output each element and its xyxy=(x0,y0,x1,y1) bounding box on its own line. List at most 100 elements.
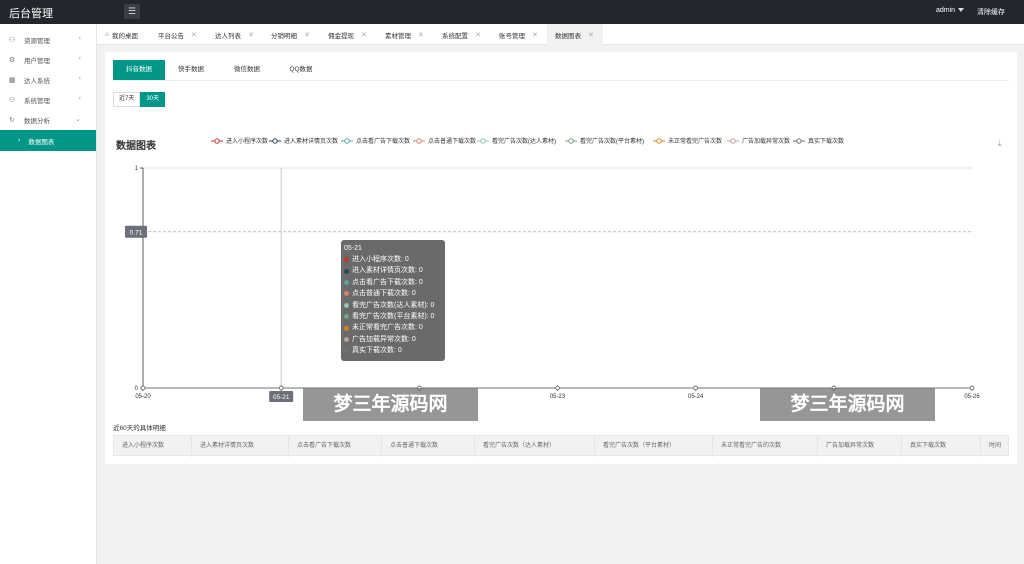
legend-label: 点击看广告下载次数 xyxy=(356,137,410,145)
table-header-cell: 真实下载次数 xyxy=(902,436,981,457)
grid-icon: ▦ xyxy=(9,77,16,84)
data-point xyxy=(969,385,975,391)
x-tick-label: 05-24 xyxy=(688,394,704,400)
tooltip-row: 进入小程序次数: 0 xyxy=(344,254,442,265)
table-header-cell: 时间 xyxy=(989,443,1002,449)
legend-label: 未正常看完广告次数 xyxy=(668,137,722,145)
series-color-dot xyxy=(344,279,349,285)
legend-marker xyxy=(480,138,486,144)
close-icon[interactable]: ✕ xyxy=(361,31,367,39)
series-color-dot xyxy=(344,314,349,320)
tooltip-row: 未正常看完广告次数: 0 xyxy=(344,322,442,333)
sidebar-item-label: 用户管理 xyxy=(24,58,50,65)
sidebar-item-users[interactable]: ⚙ 用户管理 ‹ xyxy=(0,50,96,70)
tooltip-row: 看完广告次数(平台素材): 0 xyxy=(344,311,442,322)
sidebar-item-label: 资源管理 xyxy=(24,38,50,45)
series-color-dot xyxy=(344,336,349,342)
tooltip-row-label: 真实下载次数: 0 xyxy=(352,347,402,355)
tab-account[interactable]: 账号管理 ✕ xyxy=(499,24,538,45)
content-card: 抖音数据 快手数据 微信数据 QQ数据 近7天 30天 数据图表 ⤓ 进入小程序… xyxy=(105,52,1017,464)
close-icon[interactable]: ✕ xyxy=(475,31,481,39)
tab-label: 素材管理 xyxy=(385,32,411,40)
refresh-icon: ↻ xyxy=(9,117,15,124)
table-header-cell: 进入小程序次数 xyxy=(114,436,192,457)
sidebar-item-talent[interactable]: ▦ 达人系统 ‹ xyxy=(0,70,96,90)
x-tick-label: 05-26 xyxy=(964,394,980,400)
close-icon[interactable]: ✕ xyxy=(532,31,538,39)
tooltip-row-label: 进入素材详情页次数: 0 xyxy=(352,267,423,275)
chevron-left-icon: ‹ xyxy=(78,95,81,102)
close-icon[interactable]: ✕ xyxy=(248,31,254,39)
tooltip-row-label: 广告加载异常次数: 0 xyxy=(352,335,416,343)
tab-label: 数据图表 xyxy=(555,32,581,40)
tooltip-row-label: 看完广告次数(达人素材): 0 xyxy=(352,301,435,309)
tab-announcement[interactable]: 平台公告 ✕ xyxy=(158,24,197,45)
legend-marker xyxy=(796,138,802,144)
series-color-dot xyxy=(344,257,349,263)
chevron-left-icon: ‹ xyxy=(78,35,81,42)
sidebar-item-resource[interactable]: ⚇ 资源管理 ‹ xyxy=(0,30,96,50)
table-header-cell: 看完广告次数（达人素材） xyxy=(475,436,595,457)
table-header-cell: 看完广告次数（平台素材） xyxy=(595,436,713,457)
data-point xyxy=(555,385,560,391)
data-point xyxy=(693,385,698,391)
legend-marker xyxy=(214,138,220,144)
legend-label: 点击普通下载次数 xyxy=(428,137,476,145)
detail-table-header: 进入小程序次数 进入素材详情页次数 点击看广告下载次数 点击普通下载次数 看完广告次数（… xyxy=(113,435,1009,457)
tooltip-row: 点击普通下载次数: 0 xyxy=(344,288,442,299)
tab-desktop[interactable]: ⌂ 我的桌面 xyxy=(105,24,138,45)
legend-label: 看完广告次数(平台素材) xyxy=(580,137,644,145)
y-pointer-label: 0.71 xyxy=(130,229,143,236)
user-menu[interactable]: admin xyxy=(936,7,965,14)
legend-label: 真实下载次数 xyxy=(808,137,844,145)
series-color-dot xyxy=(344,348,349,354)
close-icon[interactable]: ✕ xyxy=(418,31,424,39)
chevron-left-icon: ‹ xyxy=(78,75,81,82)
sidebar-item-system[interactable]: ⚇ 系统管理 ‹ xyxy=(0,90,96,110)
sidebar-item-label: 数据分析 xyxy=(24,118,50,125)
x-tick-label: 05-23 xyxy=(550,394,566,400)
legend-marker xyxy=(656,138,662,144)
legend-marker xyxy=(416,138,422,144)
page-tabs: ⌂ 我的桌面 平台公告 ✕ 达人列表 ✕ 分销明细 ✕ 佣金提现 ✕ 素材管理 ✕ 系统配置… xyxy=(97,24,1024,45)
tab-talent-list[interactable]: 达人列表 ✕ xyxy=(215,24,254,45)
data-point xyxy=(140,385,146,391)
user-icon: ⚇ xyxy=(9,37,16,44)
table-header-cell: 点击普通下载次数 xyxy=(382,436,475,457)
table-header-cell: 进入素材详情页次数 xyxy=(192,436,289,457)
caret-down-icon xyxy=(958,8,965,13)
tooltip-row: 进入素材详情页次数: 0 xyxy=(344,265,442,276)
y-tick-label: 0 xyxy=(135,386,139,392)
clear-cache-link[interactable]: 清除缓存 xyxy=(977,7,1005,17)
sidebar-item-label: 达人系统 xyxy=(24,78,50,85)
close-icon[interactable]: ✕ xyxy=(588,31,594,39)
table-header-cell: 未正常看完广告的次数 xyxy=(713,436,818,457)
series-color-dot xyxy=(344,268,349,274)
tab-system-config[interactable]: 系统配置 ✕ xyxy=(442,24,481,45)
watermark: 梦三年源码网 xyxy=(303,388,478,421)
series-color-dot xyxy=(344,291,349,297)
tab-distribution[interactable]: 分销明细 ✕ xyxy=(271,24,310,45)
series-color-dot xyxy=(344,325,349,331)
sidebar-subitem-chart[interactable]: › 数据图表 xyxy=(0,130,96,151)
sidebar-item-analytics[interactable]: ↻ 数据分析 ⌄ xyxy=(0,110,96,130)
sidebar-subitem-label: 数据图表 xyxy=(28,138,55,146)
tab-data-chart[interactable]: 数据图表 ✕ xyxy=(547,24,603,45)
tab-material[interactable]: 素材管理 ✕ xyxy=(385,24,424,45)
close-icon[interactable]: ✕ xyxy=(191,31,197,39)
legend-marker xyxy=(272,138,278,144)
sidebar: ⚇ 资源管理 ‹ ⚙ 用户管理 ‹ ▦ 达人系统 ‹ ⚇ 系统管理 ‹ ↻ 数据… xyxy=(0,24,97,564)
chevron-down-icon: ⌄ xyxy=(75,116,81,123)
data-point xyxy=(278,385,284,391)
menu-toggle-icon[interactable]: ☰ xyxy=(124,4,140,19)
x-pointer-label: 05-21 xyxy=(273,394,290,401)
tooltip-row: 看完广告次数(达人素材): 0 xyxy=(344,300,442,311)
home-icon: ⌂ xyxy=(105,31,109,38)
tab-commission[interactable]: 佣金提现 ✕ xyxy=(328,24,367,45)
top-header: 后台管理 ☰ admin 清除缓存 xyxy=(0,0,1024,24)
tooltip-title: 05-21 xyxy=(344,245,362,252)
tab-label: 平台公告 xyxy=(158,32,184,40)
tooltip-row-label: 看完广告次数(平台素材): 0 xyxy=(352,312,435,320)
close-icon[interactable]: ✕ xyxy=(304,31,310,39)
tab-label: 佣金提现 xyxy=(328,32,354,40)
